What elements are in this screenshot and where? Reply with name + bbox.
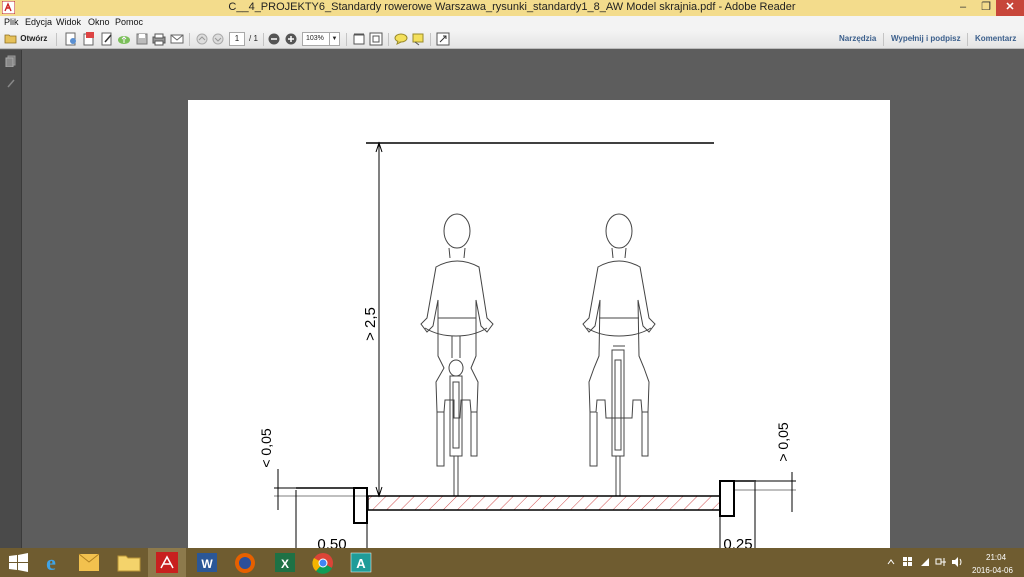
next-page-icon[interactable] (212, 32, 224, 46)
separator (56, 33, 57, 46)
word-icon[interactable]: W (188, 548, 226, 577)
windows-update-icon[interactable] (903, 557, 913, 567)
network-icon[interactable] (935, 556, 947, 568)
taskbar: e W X A (0, 548, 1024, 577)
previous-page-icon[interactable] (196, 32, 208, 46)
tools-link[interactable]: Narzędzia (839, 34, 876, 43)
right-curb (719, 480, 735, 517)
page-number-input[interactable]: 1 (229, 32, 245, 46)
right-curb-dimension: > 0,05 (734, 422, 796, 512)
height-dimension: > 2,5 (362, 141, 383, 498)
comment-link[interactable]: Komentarz (975, 34, 1016, 43)
title-bar: C__4_PROJEKTY6_Standardy rowerowe Warsza… (0, 0, 1024, 16)
separator (967, 33, 968, 46)
svg-text:A: A (356, 556, 366, 571)
left-curb-dimension: < 0,05 (258, 428, 368, 510)
combine-files-icon[interactable] (82, 32, 96, 46)
document-area[interactable]: > 2,5 < 0,05 > 0,05 0,50 0,25 (22, 50, 1024, 577)
svg-text:e: e (46, 550, 56, 575)
cyclist-left (420, 213, 494, 496)
file-explorer-icon[interactable] (110, 548, 148, 577)
zoom-out-icon[interactable] (268, 32, 280, 46)
close-button[interactable]: ✕ (996, 0, 1024, 16)
left-curb-label: < 0,05 (258, 428, 274, 468)
sticky-note-icon[interactable] (394, 32, 408, 46)
full-screen-icon[interactable] (436, 32, 450, 46)
window-title: C__4_PROJEKTY6_Standardy rowerowe Warsza… (228, 1, 796, 13)
right-curb-label: > 0,05 (775, 422, 791, 462)
show-hidden-icons-icon[interactable] (887, 558, 895, 566)
clock-date[interactable]: 2016-04-06 (972, 566, 1013, 575)
page-thumbnails-icon[interactable] (5, 55, 17, 67)
left-curb (353, 487, 368, 524)
internet-explorer-icon[interactable]: e (32, 548, 70, 577)
menu-bar: Plik Edycja Widok Okno Pomoc (0, 16, 1024, 30)
menu-view[interactable]: Widok (56, 17, 81, 27)
fill-sign-link[interactable]: Wypełnij i podpisz (891, 34, 961, 43)
zoom-select[interactable]: 103% ▼ (302, 32, 340, 46)
menu-help[interactable]: Pomoc (115, 17, 143, 27)
separator (346, 33, 347, 46)
excel-icon[interactable]: X (266, 548, 304, 577)
email-icon[interactable] (170, 32, 184, 46)
print-icon[interactable] (152, 32, 166, 46)
clock-time[interactable]: 21:04 (986, 553, 1006, 562)
create-pdf-icon[interactable] (64, 32, 78, 46)
menu-file[interactable]: Plik (4, 17, 19, 27)
zoom-in-icon[interactable] (285, 32, 297, 46)
fit-width-icon[interactable] (352, 32, 366, 46)
separator (388, 33, 389, 46)
page-total: / 1 (249, 34, 258, 43)
separator (883, 33, 884, 46)
separator (430, 33, 431, 46)
cyclist-right (582, 213, 656, 496)
menu-window[interactable]: Okno (88, 17, 110, 27)
fit-page-icon[interactable] (369, 32, 383, 46)
zoom-value: 103% (306, 35, 324, 42)
separator (263, 33, 264, 46)
separator (189, 33, 190, 46)
attachments-icon[interactable] (5, 77, 17, 89)
save-icon[interactable] (135, 32, 149, 46)
pdf-page: > 2,5 < 0,05 > 0,05 0,50 0,25 (188, 100, 890, 577)
mail-icon[interactable] (70, 548, 108, 577)
navigation-panel (0, 50, 22, 548)
edit-pdf-icon[interactable] (100, 32, 114, 46)
signal-icon[interactable] (920, 557, 930, 567)
adobe-reader-taskbar-icon[interactable] (148, 548, 186, 577)
open-label: Otwórz (20, 34, 48, 43)
firefox-icon[interactable] (226, 548, 264, 577)
svg-text:X: X (281, 557, 289, 571)
drawing-canvas: > 2,5 < 0,05 > 0,05 0,50 0,25 (258, 141, 796, 558)
toolbar: Otwórz 1 / 1 103% ▼ Narzędzia Wypełnij i… (0, 30, 1024, 49)
open-button[interactable]: Otwórz (4, 32, 50, 46)
autocad-icon[interactable]: A (342, 548, 380, 577)
chrome-icon[interactable] (304, 548, 342, 577)
cloud-upload-icon[interactable] (117, 32, 131, 46)
menu-edit[interactable]: Edycja (25, 17, 52, 27)
volume-icon[interactable] (951, 556, 963, 568)
folder-open-icon (4, 34, 17, 44)
bike-lane-surface (367, 495, 721, 511)
height-label: > 2,5 (362, 307, 379, 341)
chevron-down-icon[interactable]: ▼ (329, 33, 339, 45)
highlight-icon[interactable] (411, 32, 425, 46)
svg-text:W: W (201, 557, 213, 571)
